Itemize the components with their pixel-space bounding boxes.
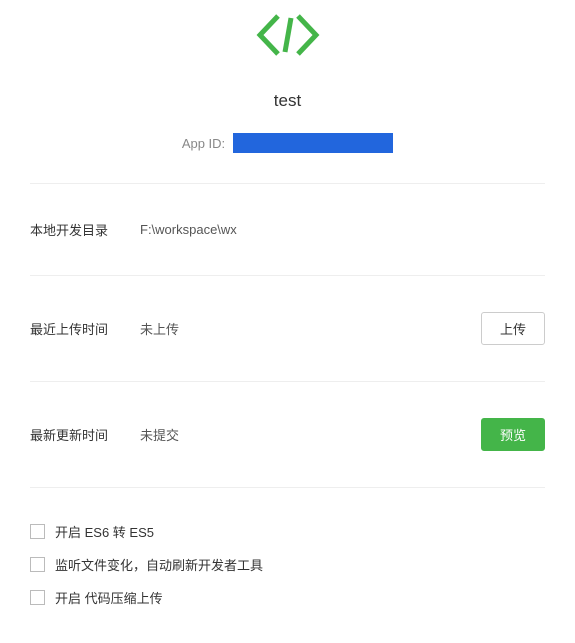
options-section: 开启 ES6 转 ES5 监听文件变化，自动刷新开发者工具 开启 代码压缩上传 (30, 488, 545, 607)
upload-time-value: 未上传 (140, 319, 481, 338)
preview-button[interactable]: 预览 (481, 418, 545, 451)
option-watch-checkbox[interactable] (30, 557, 45, 572)
option-es6-row: 开启 ES6 转 ES5 (30, 522, 545, 541)
update-time-label: 最新更新时间 (30, 425, 140, 444)
local-dir-value: F:\workspace\wx (140, 222, 545, 237)
app-id-value (233, 133, 393, 153)
option-watch-label: 监听文件变化，自动刷新开发者工具 (55, 555, 263, 574)
option-minify-row: 开启 代码压缩上传 (30, 588, 545, 607)
option-watch-row: 监听文件变化，自动刷新开发者工具 (30, 555, 545, 574)
app-id-row: App ID: (30, 133, 545, 153)
local-dir-row: 本地开发目录 F:\workspace\wx (30, 184, 545, 275)
app-name: test (30, 91, 545, 111)
upload-button[interactable]: 上传 (481, 312, 545, 345)
upload-time-row: 最近上传时间 未上传 上传 (30, 276, 545, 381)
project-header: test App ID: (30, 0, 545, 153)
option-es6-label: 开启 ES6 转 ES5 (55, 522, 154, 541)
local-dir-label: 本地开发目录 (30, 220, 140, 239)
option-minify-label: 开启 代码压缩上传 (55, 588, 163, 607)
update-time-row: 最新更新时间 未提交 预览 (30, 382, 545, 487)
update-time-value: 未提交 (140, 425, 481, 444)
option-minify-checkbox[interactable] (30, 590, 45, 605)
upload-time-label: 最近上传时间 (30, 319, 140, 338)
code-logo-icon (252, 12, 324, 91)
option-es6-checkbox[interactable] (30, 524, 45, 539)
app-id-label: App ID: (182, 136, 225, 151)
